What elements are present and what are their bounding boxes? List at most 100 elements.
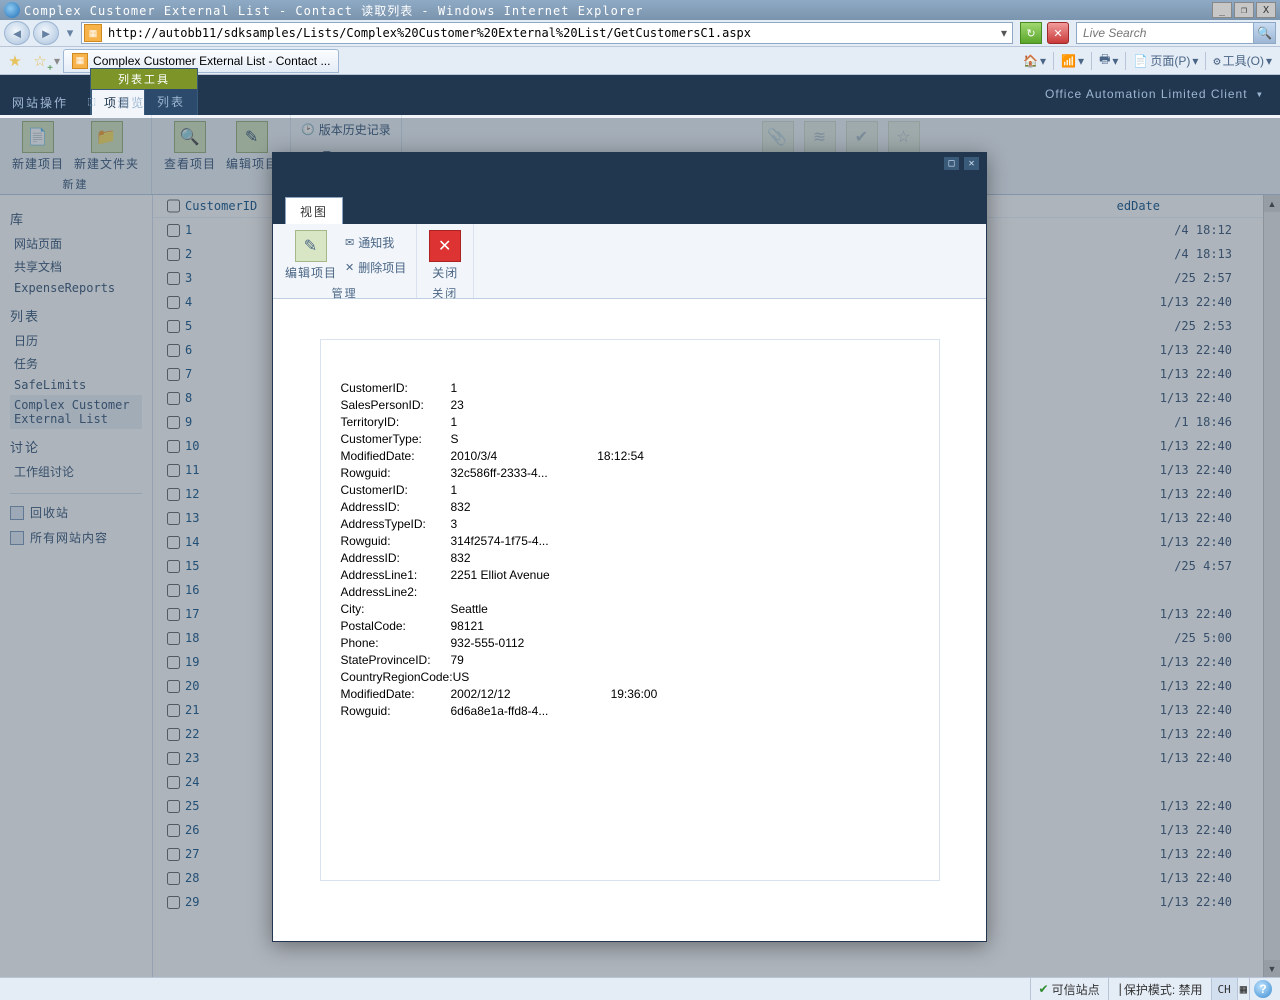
search-go-button[interactable]: 🔍	[1253, 23, 1275, 43]
detail-row: Rowguid:6d6a8e1a-ffd8-4...	[341, 703, 919, 720]
site-actions-menu[interactable]: 网站操作	[10, 90, 70, 115]
detail-row: AddressTypeID:3	[341, 516, 919, 533]
field-label: Phone:	[341, 635, 451, 652]
dialog-ribbon: ✎编辑项目 ✉ 通知我 ✕ 删除项目 管理 ✕关闭 关闭	[273, 224, 986, 299]
field-label: City:	[341, 601, 451, 618]
fav-dropdown[interactable]: ▾	[54, 54, 60, 68]
detail-row: CustomerID:1	[341, 380, 919, 397]
language-cell[interactable]: CH	[1211, 978, 1237, 1000]
field-label: Rowguid:	[341, 465, 451, 482]
dialog-delete-button[interactable]: ✕ 删除项目	[345, 257, 406, 278]
field-value2: 19:36:00	[611, 686, 658, 703]
field-label: TerritoryID:	[341, 414, 451, 431]
detail-row: StateProvinceID:79	[341, 652, 919, 669]
restore-button[interactable]: ❐	[1234, 2, 1254, 18]
field-label: Rowguid:	[341, 703, 451, 720]
dialog-content: CustomerID:1SalesPersonID:23TerritoryID:…	[273, 299, 986, 941]
page-icon: ▦	[72, 53, 88, 69]
dialog-maximize-button[interactable]: □	[943, 156, 960, 171]
list-tab[interactable]: 列表	[145, 89, 197, 115]
refresh-button[interactable]: ↻	[1020, 22, 1042, 44]
detail-row: CustomerID:1	[341, 482, 919, 499]
field-value: 98121	[451, 618, 484, 635]
field-label: CustomerID:	[341, 380, 451, 397]
detail-row: Phone:932-555-0112	[341, 635, 919, 652]
field-value: 32c586ff-2333-4...	[451, 465, 548, 482]
help-icon: ?	[1254, 980, 1272, 998]
recent-dropdown[interactable]: ▾	[62, 22, 78, 44]
field-label: AddressTypeID:	[341, 516, 451, 533]
detail-row: CustomerType:S	[341, 431, 919, 448]
field-label: AddressID:	[341, 550, 451, 567]
detail-row: AddressID:832	[341, 550, 919, 567]
browse-tab[interactable]: 浏览	[115, 90, 147, 115]
dialog-manage-group: ✎编辑项目 ✉ 通知我 ✕ 删除项目 管理	[273, 224, 417, 298]
dialog-titlebar: □ ✕	[273, 153, 986, 197]
field-label: Rowguid:	[341, 533, 451, 550]
field-value: 23	[451, 397, 464, 414]
field-value: 314f2574-1f75-4...	[451, 533, 549, 550]
minimize-button[interactable]: _	[1212, 2, 1232, 18]
field-label: CountryRegionCode:	[341, 669, 453, 686]
field-value: 1	[451, 414, 458, 431]
trusted-site-cell[interactable]: ✔可信站点	[1030, 978, 1108, 1000]
ie-icon	[4, 2, 20, 18]
user-menu[interactable]: Office Automation Limited Client ▾	[1045, 87, 1264, 101]
field-value: 3	[451, 516, 458, 533]
dialog-view-tab[interactable]: 视图	[285, 197, 343, 224]
url-dropdown[interactable]: ▾	[996, 26, 1012, 40]
tools-menu[interactable]: ⚙工具(O)▾	[1209, 50, 1276, 72]
field-value: 932-555-0112	[451, 635, 525, 652]
field-value: US	[453, 669, 470, 686]
field-value: 2251 Elliot Avenue	[451, 567, 550, 584]
forward-button[interactable]: ►	[33, 21, 59, 45]
field-label: SalesPersonID:	[341, 397, 451, 414]
dialog-notify-button[interactable]: ✉ 通知我	[345, 232, 406, 253]
detail-row: CountryRegionCode:US	[341, 669, 919, 686]
site-icon: ▦	[84, 24, 102, 42]
dialog-close-group: ✕关闭 关闭	[417, 224, 474, 298]
url-input[interactable]	[104, 26, 996, 40]
detail-row: TerritoryID:1	[341, 414, 919, 431]
dialog-edit-item-button[interactable]: ✎编辑项目	[283, 228, 339, 283]
field-value: 2002/12/12	[451, 686, 511, 703]
detail-row: AddressLine2:	[341, 584, 919, 601]
field-value: S	[451, 431, 459, 448]
dialog-close-button[interactable]: ✕	[963, 156, 980, 171]
shield-icon: ✔	[1039, 982, 1049, 996]
add-favorite-icon[interactable]: ☆+	[29, 50, 51, 72]
field-value2: 18:12:54	[597, 448, 644, 465]
feeds-button[interactable]: 📶▾	[1057, 50, 1088, 72]
search-bar[interactable]: 🔍	[1076, 22, 1276, 44]
field-value: Seattle	[451, 601, 488, 618]
favorites-icon[interactable]: ★	[4, 50, 26, 72]
help-cell[interactable]: ?	[1249, 978, 1276, 1000]
address-bar[interactable]: ▦ ▾	[81, 22, 1013, 44]
field-value: 1	[451, 380, 458, 397]
protected-mode-cell: | 保护模式: 禁用	[1108, 978, 1211, 1000]
detail-row: PostalCode:98121	[341, 618, 919, 635]
print-button[interactable]: 🖶▾	[1095, 50, 1122, 72]
field-label: AddressID:	[341, 499, 451, 516]
item-detail-dialog: □ ✕ 视图 ✎编辑项目 ✉ 通知我 ✕ 删除项目 管理 ✕关闭 关闭 Cust…	[272, 152, 987, 942]
field-label: AddressLine1:	[341, 567, 451, 584]
field-label: ModifiedDate:	[341, 448, 451, 465]
page-menu[interactable]: 📄页面(P)▾	[1129, 50, 1202, 72]
detail-row: City:Seattle	[341, 601, 919, 618]
field-label: ModifiedDate:	[341, 686, 451, 703]
navup-icon[interactable]: ⬚	[86, 90, 99, 115]
detail-row: Rowguid:314f2574-1f75-4...	[341, 533, 919, 550]
close-button[interactable]: X	[1256, 2, 1276, 18]
ime-cell[interactable]: ▦	[1237, 978, 1249, 1000]
home-button[interactable]: 🏠▾	[1019, 50, 1050, 72]
detail-row: Rowguid:32c586ff-2333-4...	[341, 465, 919, 482]
detail-row: SalesPersonID:23	[341, 397, 919, 414]
window-title: Complex Customer External List - Contact…	[24, 2, 644, 19]
stop-button[interactable]: ✕	[1047, 22, 1069, 44]
dialog-tab-row: 视图	[273, 197, 986, 224]
back-button[interactable]: ◄	[4, 21, 30, 45]
search-input[interactable]	[1077, 26, 1253, 40]
status-bar: ✔可信站点 | 保护模式: 禁用 CH ▦ ?	[0, 977, 1280, 1000]
dialog-close-action[interactable]: ✕关闭	[427, 228, 463, 283]
detail-row: AddressID:832	[341, 499, 919, 516]
